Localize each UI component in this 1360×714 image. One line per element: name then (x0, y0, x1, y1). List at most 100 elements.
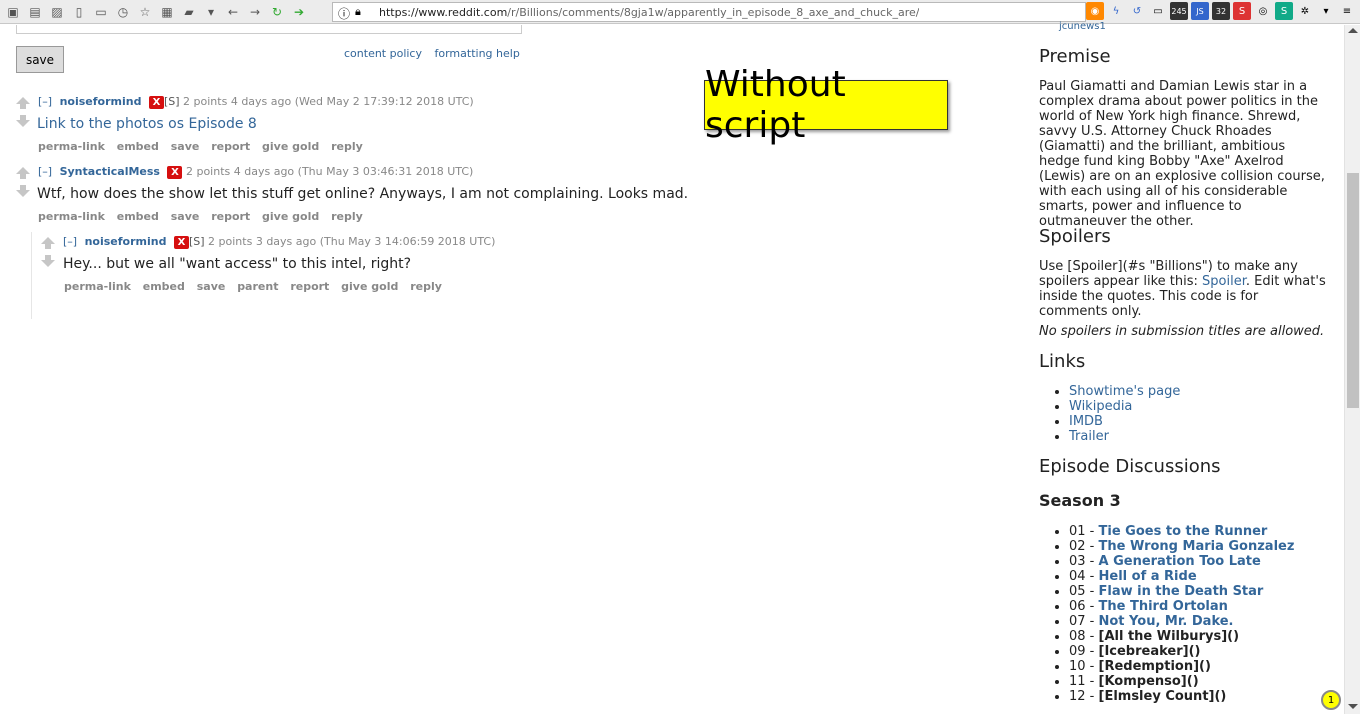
comment-meta: 2 points 3 days ago (Thu May 3 14:06:59 … (208, 235, 496, 248)
wikipedia-link[interactable]: Wikipedia (1069, 399, 1132, 414)
upvote-icon[interactable] (16, 167, 30, 174)
scroll-up-icon[interactable] (1348, 28, 1358, 33)
comment-author[interactable]: noiseformind (85, 235, 167, 248)
reload-icon[interactable]: ↻ (268, 3, 286, 21)
dropdown-icon[interactable]: ▾ (202, 3, 220, 21)
give-gold-button[interactable]: give gold (262, 210, 319, 223)
address-bar[interactable]: ⓘ 🔒︎ https://www.reddit.com/r/Billions/c… (332, 2, 1086, 22)
episode-link[interactable]: Tie Goes to the Runner (1099, 524, 1268, 539)
give-gold-button[interactable]: give gold (262, 140, 319, 153)
info-icon[interactable]: ⓘ (338, 5, 350, 22)
scrollbar-thumb[interactable] (1347, 173, 1359, 408)
episode-item: 07 - Not You, Mr. Dake. (1069, 614, 1294, 629)
puzzle-icon[interactable]: ✲ (1296, 2, 1314, 20)
embed-button[interactable]: embed (117, 140, 159, 153)
upvote-icon[interactable] (16, 97, 30, 104)
folder-icon[interactable]: ▰ (180, 3, 198, 21)
sync-icon[interactable]: ↺ (1128, 2, 1146, 20)
perma-link-button[interactable]: perma-link (64, 280, 131, 293)
go-icon[interactable]: ➔ (290, 3, 308, 21)
formatting-help-link[interactable]: formatting help (435, 47, 520, 60)
clipboard-icon[interactable]: ▦ (158, 3, 176, 21)
new-tab-icon[interactable]: ▣ (4, 3, 22, 21)
episode-item: 02 - The Wrong Maria Gonzalez (1069, 539, 1294, 554)
save-comment-button[interactable]: save (171, 210, 200, 223)
episode-link[interactable]: The Wrong Maria Gonzalez (1099, 539, 1295, 554)
collapse-toggle[interactable]: [–] (38, 165, 52, 178)
flair-badge: X (148, 96, 164, 109)
comment-meta: 2 points 4 days ago (Thu May 3 03:46:31 … (185, 165, 474, 178)
extension-32-icon[interactable]: 32 (1212, 2, 1230, 20)
page-icon[interactable]: ▯ (70, 3, 88, 21)
notification-badge[interactable]: 1 (1321, 690, 1341, 710)
upvote-icon[interactable] (41, 237, 55, 244)
s-teal-icon[interactable]: S (1275, 2, 1293, 20)
lightning-icon[interactable]: ϟ (1107, 2, 1125, 20)
spoiler-example-link[interactable]: Spoiler (1202, 274, 1246, 289)
episode-title: [Icebreaker]() (1098, 644, 1201, 659)
give-gold-button[interactable]: give gold (341, 280, 398, 293)
imdb-link[interactable]: IMDB (1069, 414, 1103, 429)
op-marker: [S] (163, 95, 180, 108)
list-item: Trailer (1069, 429, 1180, 444)
save-comment-button[interactable]: save (197, 280, 226, 293)
embed-button[interactable]: embed (117, 210, 159, 223)
trailer-link[interactable]: Trailer (1069, 429, 1109, 444)
op-marker: [S] (188, 235, 205, 248)
collapse-toggle[interactable]: [–] (63, 235, 77, 248)
downvote-icon[interactable] (16, 190, 30, 197)
episode-item: 04 - Hell of a Ride (1069, 569, 1294, 584)
save-button[interactable]: save (16, 46, 64, 73)
forward-icon[interactable]: → (246, 3, 264, 21)
screen-icon[interactable]: ▭ (1149, 2, 1167, 20)
episode-link[interactable]: A Generation Too Late (1099, 554, 1261, 569)
episode-item: 10 - [Redemption]() (1069, 659, 1294, 674)
comment-author[interactable]: SyntacticalMess (60, 165, 160, 178)
bookmark-star-icon[interactable]: ☆ (136, 3, 154, 21)
reader-icon[interactable]: ▤ (26, 3, 44, 21)
menu-icon[interactable]: ≡ (1338, 2, 1356, 20)
extension-245-icon[interactable]: 245 (1170, 2, 1188, 20)
note-icon[interactable]: ▭ (92, 3, 110, 21)
image-icon[interactable]: ▨ (48, 3, 66, 21)
reply-button[interactable]: reply (331, 210, 363, 223)
report-button[interactable]: report (211, 210, 250, 223)
reply-button[interactable]: reply (410, 280, 442, 293)
collapse-toggle[interactable]: [–] (38, 95, 52, 108)
s-red-icon[interactable]: S (1233, 2, 1251, 20)
vertical-scrollbar[interactable] (1344, 25, 1360, 714)
episode-item: 01 - Tie Goes to the Runner (1069, 524, 1294, 539)
episode-item: 11 - [Kompenso]() (1069, 674, 1294, 689)
chevron-down-icon[interactable]: ▾ (1317, 2, 1335, 20)
comment-author[interactable]: noiseformind (60, 95, 142, 108)
downvote-icon[interactable] (41, 260, 55, 267)
comment-textarea[interactable] (16, 25, 522, 34)
embed-button[interactable]: embed (143, 280, 185, 293)
reply-button[interactable]: reply (331, 140, 363, 153)
sidebar-clipped-link[interactable]: jcunews1 (1059, 21, 1106, 32)
content-policy-link[interactable]: content policy (344, 47, 422, 60)
js-icon[interactable]: JS (1191, 2, 1209, 20)
episode-link[interactable]: The Third Ortolan (1099, 599, 1228, 614)
showtime-link[interactable]: Showtime's page (1069, 384, 1180, 399)
report-button[interactable]: report (211, 140, 250, 153)
save-comment-button[interactable]: save (171, 140, 200, 153)
episode-link[interactable]: Not You, Mr. Dake. (1099, 614, 1234, 629)
scroll-down-icon[interactable] (1348, 704, 1358, 709)
chrome-icon[interactable]: ◎ (1254, 2, 1272, 20)
episode-link[interactable]: Flaw in the Death Star (1099, 584, 1264, 599)
season-heading: Season 3 (1039, 491, 1121, 510)
perma-link-button[interactable]: perma-link (38, 210, 105, 223)
perma-link-button[interactable]: perma-link (38, 140, 105, 153)
parent-button[interactable]: parent (237, 280, 278, 293)
episode-link[interactable]: Hell of a Ride (1099, 569, 1197, 584)
history-icon[interactable]: ◷ (114, 3, 132, 21)
rss-icon[interactable]: ◉ (1086, 2, 1104, 20)
downvote-icon[interactable] (16, 120, 30, 127)
links-heading: Links (1039, 351, 1086, 372)
back-icon[interactable]: ← (224, 3, 242, 21)
vote-arrows (16, 95, 30, 127)
report-button[interactable]: report (290, 280, 329, 293)
form-help-links: content policy formatting help (344, 47, 529, 60)
comment-body-link[interactable]: Link to the photos os Episode 8 (37, 116, 257, 132)
